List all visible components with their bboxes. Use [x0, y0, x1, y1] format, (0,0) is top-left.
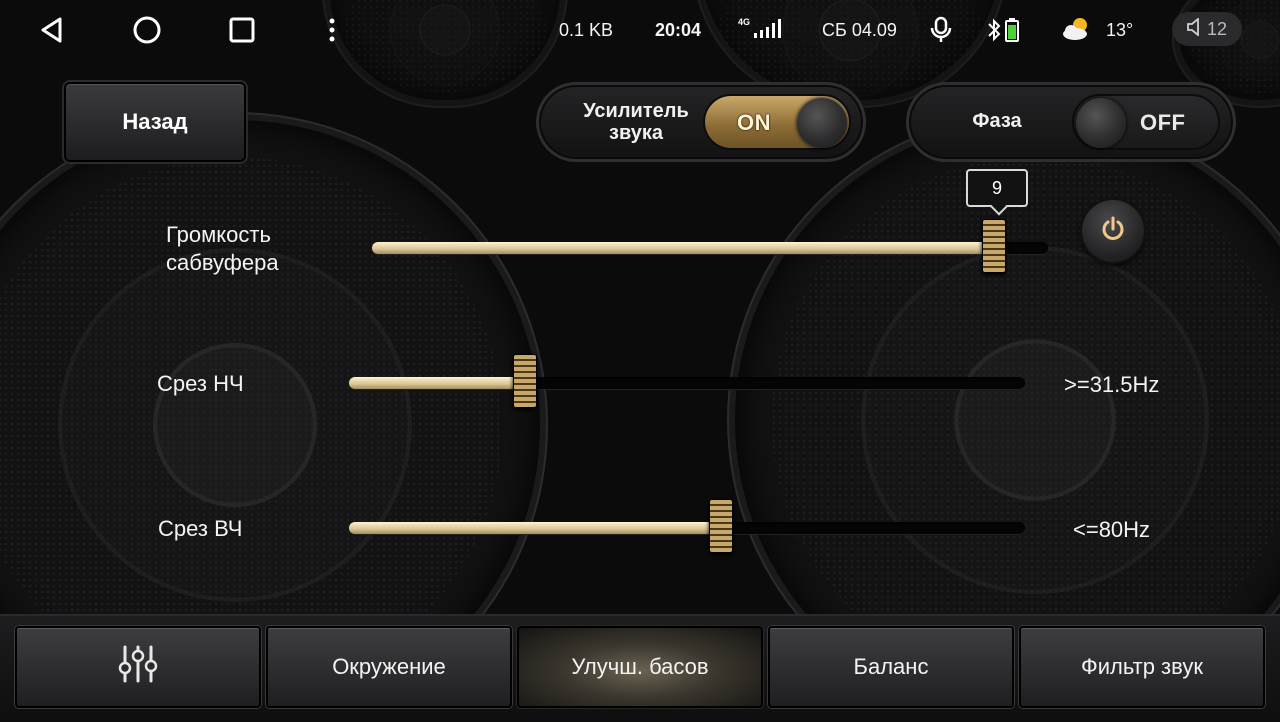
back-button[interactable]: Назад	[64, 82, 246, 162]
tab-sound-filter[interactable]: Фильтр звук	[1019, 626, 1265, 708]
tab-label: Фильтр звук	[1081, 654, 1203, 679]
subwoofer-label-line1: Громкость	[166, 222, 271, 247]
subwoofer-volume-label: Громкость сабвуфера	[166, 221, 279, 277]
volume-level: 12	[1206, 18, 1228, 39]
battery-icon	[1005, 18, 1019, 47]
microphone-icon	[930, 16, 952, 49]
slider-fill	[349, 522, 721, 534]
tab-label: Улучш. басов	[571, 654, 709, 679]
low-cut-value: >=31.5Hz	[1064, 372, 1160, 397]
subwoofer-volume-slider[interactable]	[372, 219, 1048, 273]
slider-thumb[interactable]	[513, 354, 537, 408]
tab-bass-boost[interactable]: Улучш. басов	[517, 626, 763, 708]
tab-balance[interactable]: Баланс	[768, 626, 1014, 708]
weather-partly-cloudy-icon	[1061, 16, 1093, 47]
nav-back-icon[interactable]	[36, 14, 68, 46]
amplifier-switch-state: ON	[737, 110, 771, 135]
speaker-icon	[1187, 16, 1201, 41]
high-cut-label: Срез ВЧ	[158, 516, 243, 541]
slider-value-tooltip: 9	[966, 169, 1028, 207]
switch-knob	[1076, 98, 1126, 148]
net-speed: 0.1 KB	[559, 20, 614, 40]
slider-fill	[349, 377, 525, 389]
equalizer-icon	[117, 644, 159, 690]
signal-tag: 4G	[738, 17, 751, 27]
amplifier-label-line1: Усилитель	[583, 100, 689, 122]
amplifier-label-line2: звука	[609, 122, 663, 144]
signal-icon: 4G	[738, 17, 788, 41]
phase-label: Фаза	[972, 110, 1022, 132]
high-cut-value: <=80Hz	[1073, 517, 1151, 542]
phase-toggle-group: Фаза OFF	[906, 82, 1236, 162]
subwoofer-power-button[interactable]	[1082, 200, 1144, 262]
subwoofer-label-line2: сабвуфера	[166, 250, 279, 275]
volume-indicator[interactable]: 12	[1172, 12, 1242, 46]
nav-home-icon[interactable]	[131, 14, 163, 46]
tab-surround[interactable]: Окружение	[266, 626, 512, 708]
phase-switch[interactable]: OFF	[1072, 94, 1220, 150]
slider-fill	[372, 242, 994, 254]
bottom-tab-bar: Окружение Улучш. басов Баланс Фильтр зву…	[0, 614, 1280, 722]
back-button-label: Назад	[122, 109, 188, 134]
amplifier-toggle-group: Усилитель звука ON	[536, 82, 866, 162]
amplifier-switch[interactable]: ON	[703, 94, 851, 150]
low-cut-label: Срез НЧ	[157, 371, 244, 396]
nav-recents-icon[interactable]	[226, 14, 258, 46]
slider-thumb[interactable]	[982, 219, 1006, 273]
high-cut-slider[interactable]	[349, 499, 1025, 553]
status-bar: 0.1 KB 20:04 4G СБ 04.09 13° 12	[0, 0, 1280, 60]
switch-knob	[797, 98, 847, 148]
low-cut-slider[interactable]	[349, 354, 1025, 408]
tab-equalizer[interactable]	[15, 626, 261, 708]
amplifier-label: Усилитель звука	[569, 100, 703, 144]
bluetooth-icon	[986, 17, 1002, 48]
more-vert-icon[interactable]	[316, 14, 348, 46]
date: СБ 04.09	[822, 20, 897, 40]
tab-label: Баланс	[853, 654, 929, 679]
temperature: 13°	[1106, 20, 1134, 40]
tab-label: Окружение	[332, 654, 446, 679]
slider-thumb[interactable]	[709, 499, 733, 553]
power-icon	[1100, 216, 1126, 247]
clock: 20:04	[655, 20, 702, 40]
phase-switch-state: OFF	[1140, 110, 1186, 135]
